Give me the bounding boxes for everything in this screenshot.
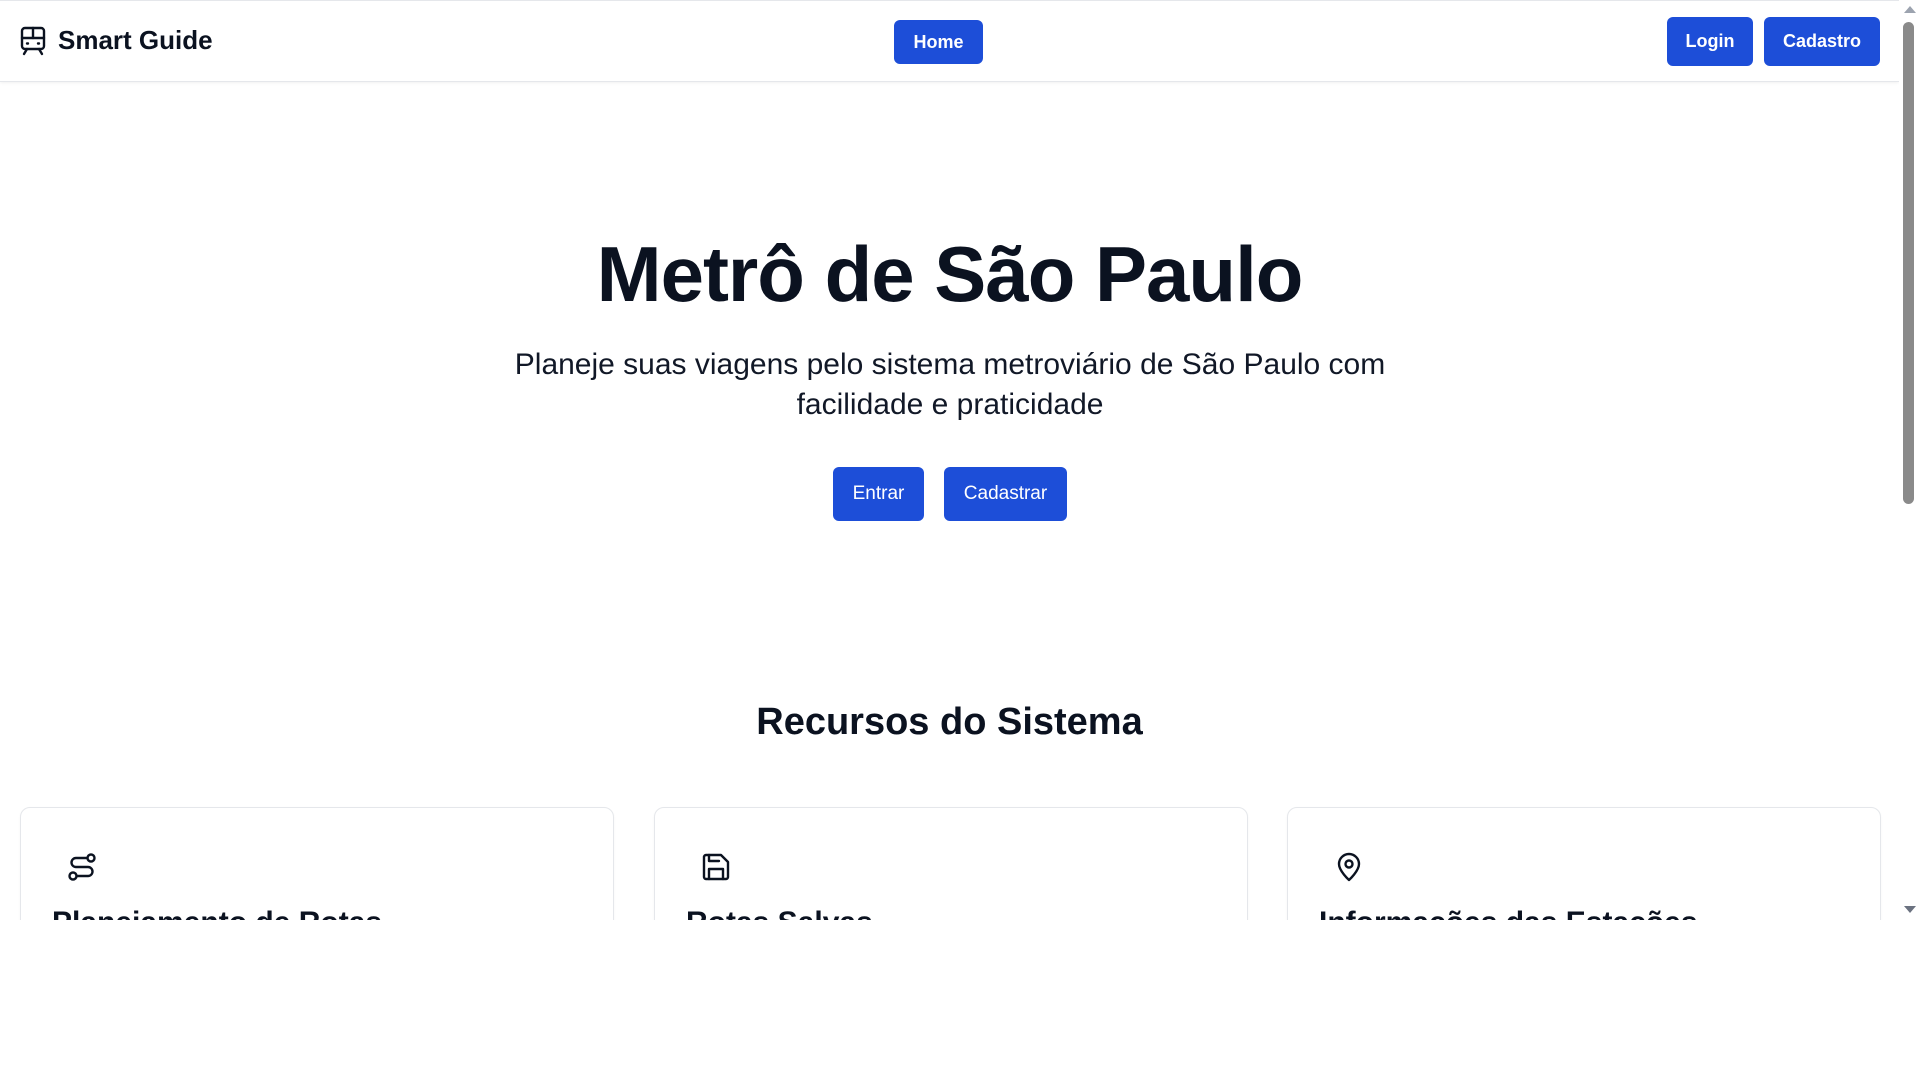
map-pin-icon [1334,852,1364,882]
page-viewport: Smart Guide Home Login Cadastro Metrô de… [0,0,1899,921]
hero-subtitle: Planeje suas viagens pelo sistema metrov… [514,348,1386,421]
cadastrar-button[interactable]: Cadastrar [944,467,1067,521]
save-icon [701,852,731,882]
feature-card-saved-routes: Rotas Salvas [654,807,1248,921]
feature-card-title: Informações das Estações [1319,906,1698,921]
scroll-up-arrow-icon[interactable] [1904,6,1916,13]
scroll-down-arrow-icon[interactable] [1904,906,1916,913]
brand-name: Smart Guide [58,25,213,55]
vertical-scrollbar[interactable] [1899,0,1920,920]
blank-area [0,920,1920,1080]
navbar: Smart Guide Home Login Cadastro [0,1,1899,82]
cadastro-button[interactable]: Cadastro [1764,17,1880,66]
train-icon [20,26,46,56]
hero-title: Metrô de São Paulo [596,230,1304,318]
feature-card-station-info: Informações das Estações [1287,807,1881,921]
feature-card-route-planning: Planejamento de Rotas [20,807,614,921]
feature-card-title: Rotas Salvas [686,906,873,921]
login-button[interactable]: Login [1667,17,1753,66]
home-button[interactable]: Home [894,20,983,64]
scrollbar-thumb[interactable] [1903,22,1914,504]
brand[interactable]: Smart Guide [20,25,213,56]
route-icon [67,852,97,882]
feature-card-title: Planejamento de Rotas [52,906,382,921]
features-title: Recursos do Sistema [756,701,1143,743]
entrar-button[interactable]: Entrar [833,467,924,521]
